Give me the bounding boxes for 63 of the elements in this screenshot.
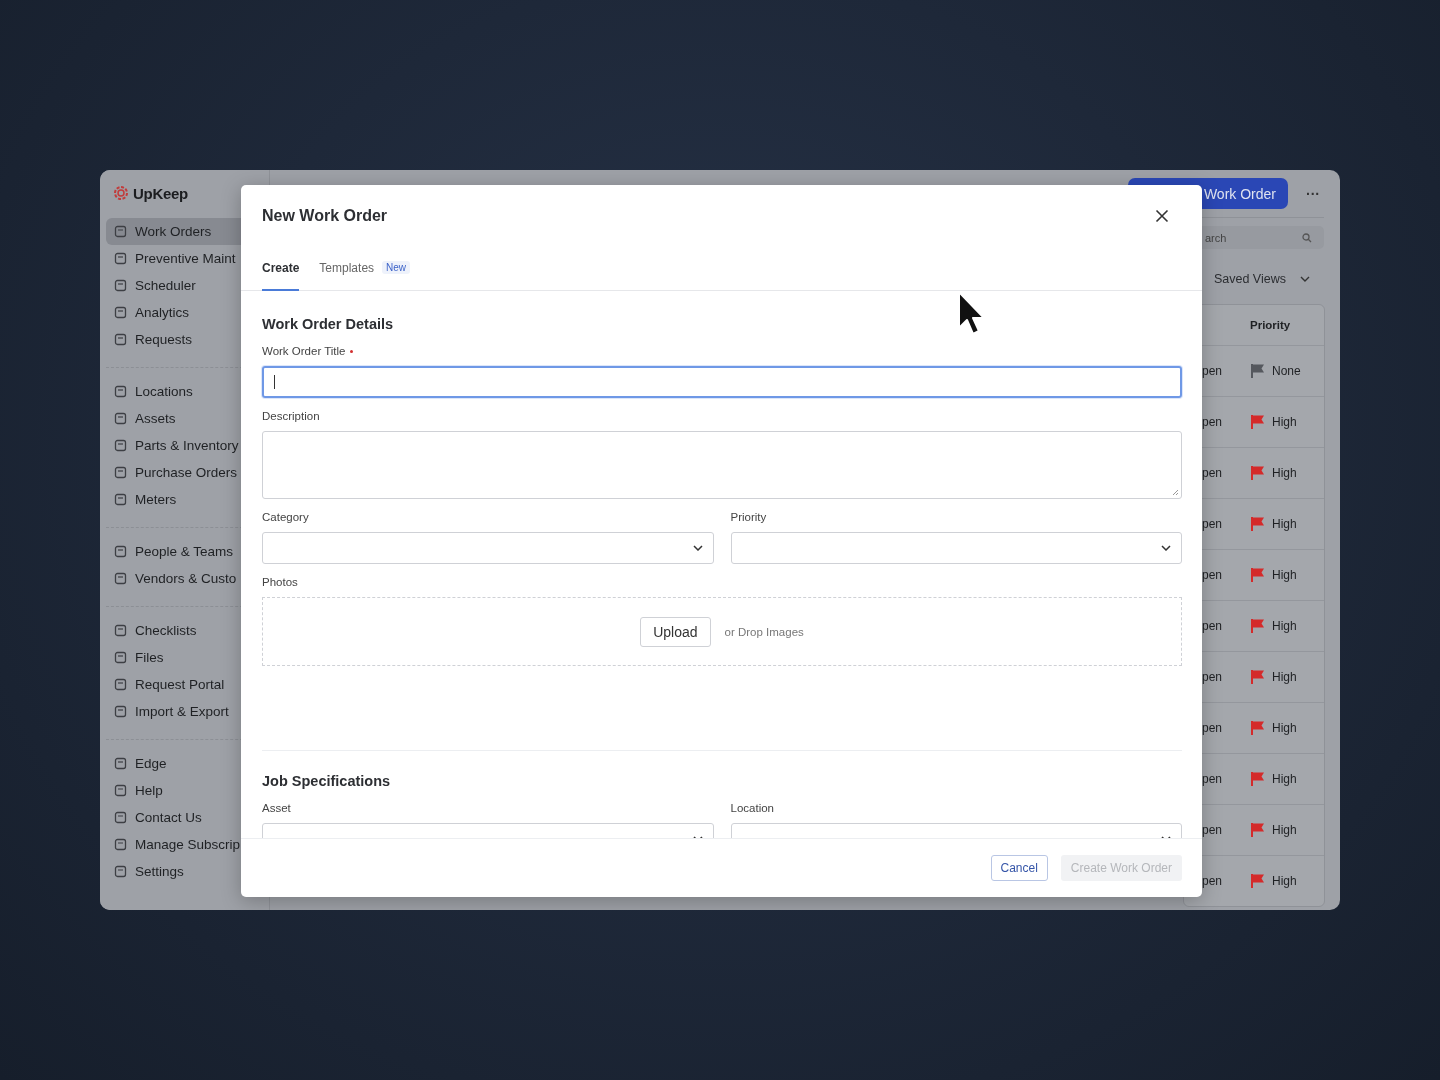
- cancel-button[interactable]: Cancel: [990, 855, 1048, 881]
- section-heading: Job Specifications: [262, 773, 392, 789]
- table-cell-text: pen: [1201, 415, 1224, 429]
- table-cell: High: [1272, 721, 1297, 735]
- sidebar-item[interactable]: People & Teams: [106, 538, 263, 565]
- sidebar-item[interactable]: Contact Us: [106, 804, 263, 831]
- field-label: Asset: [262, 802, 291, 814]
- sidebar-item[interactable]: Manage Subscrip: [106, 831, 263, 858]
- field-label: Priority: [730, 511, 767, 523]
- tab[interactable]: Templates New: [319, 261, 411, 291]
- table-cell: High: [1272, 568, 1297, 582]
- table-cell-text: pen: [1201, 721, 1224, 735]
- table-cell-text: pen: [1201, 874, 1224, 888]
- table-cell: High: [1272, 517, 1297, 531]
- sidebar-item[interactable]: Requests: [106, 326, 263, 353]
- table-cell-text: pen: [1201, 466, 1224, 480]
- table-cell-text: pen: [1201, 517, 1224, 531]
- more-button[interactable]: ···: [1302, 185, 1324, 202]
- sidebar-item[interactable]: Locations: [106, 378, 263, 405]
- table-cell-text: pen: [1201, 670, 1224, 684]
- table-cell: None: [1272, 364, 1301, 378]
- sidebar-item[interactable]: Purchase Orders: [106, 459, 263, 486]
- sidebar-item[interactable]: Edge: [106, 750, 263, 777]
- field-label: Photos: [262, 576, 298, 588]
- table-cell: High: [1272, 415, 1297, 429]
- drop-zone[interactable]: Upload or Drop Images: [262, 597, 1182, 666]
- sidebar-item[interactable]: Import & Export: [106, 698, 263, 725]
- table-cell-text: pen: [1201, 772, 1224, 786]
- sidebar-item[interactable]: Parts & Inventory: [106, 432, 263, 459]
- table-cell: High: [1272, 874, 1297, 888]
- sidebar-item[interactable]: Analytics: [106, 299, 263, 326]
- column-header: Priority: [1250, 319, 1291, 331]
- table-cell-text: pen: [1201, 364, 1224, 378]
- table-cell: High: [1272, 823, 1297, 837]
- sidebar-item[interactable]: Checklists: [106, 617, 263, 644]
- sidebar-item[interactable]: Files: [106, 644, 263, 671]
- table-cell-text: pen: [1201, 823, 1224, 837]
- field-label: Work Order Title: [262, 345, 346, 357]
- section-heading: Work Order Details: [262, 316, 395, 332]
- sidebar-item[interactable]: Assets: [106, 405, 263, 432]
- table-cell: High: [1272, 670, 1297, 684]
- table-cell: High: [1272, 772, 1297, 786]
- table-cell: High: [1272, 619, 1297, 633]
- sidebar-item[interactable]: Settings: [106, 858, 263, 885]
- sidebar-item[interactable]: Scheduler: [106, 272, 263, 299]
- logo-text: UpKeep: [133, 184, 188, 202]
- new-badge: New: [382, 261, 411, 274]
- sidebar-item[interactable]: Help: [106, 777, 263, 804]
- sidebar-item[interactable]: Vendors & Custo: [106, 565, 263, 592]
- sidebar-item[interactable]: Request Portal: [106, 671, 263, 698]
- tab[interactable]: Create: [262, 261, 300, 291]
- sidebar-item[interactable]: Preventive Maint: [106, 245, 263, 272]
- field-label: Category: [262, 511, 309, 523]
- dialog-title: New Work Order: [262, 207, 388, 225]
- saved-views-dropdown[interactable]: Saved Views: [1213, 272, 1324, 286]
- sidebar-item[interactable]: Meters: [106, 486, 263, 513]
- table-cell: High: [1272, 466, 1297, 480]
- table-cell-text: pen: [1201, 568, 1224, 582]
- field-label: Description: [262, 410, 320, 422]
- table-cell-text: pen: [1201, 619, 1224, 633]
- field-label: Location: [730, 802, 774, 814]
- upload-button[interactable]: Upload: [640, 616, 711, 647]
- drop-hint: or Drop Images: [724, 625, 804, 638]
